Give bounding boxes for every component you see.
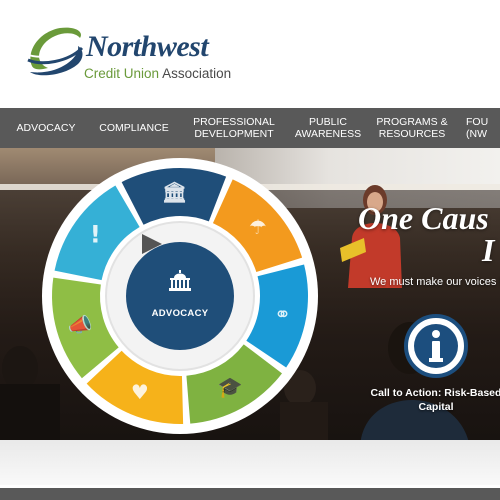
nav-item-professional-development[interactable]: PROFESSIONAL DEVELOPMENT <box>176 116 292 140</box>
info-button[interactable] <box>404 314 468 378</box>
nav-item-foundation[interactable]: FOU (NW <box>460 116 500 140</box>
nav-item-public-awareness[interactable]: PUBLIC AWARENESS <box>292 116 364 140</box>
main-nav: ADVOCACY COMPLIANCE PROFESSIONAL DEVELOP… <box>0 108 500 148</box>
nav-item-label: ADVOCACY <box>16 122 76 134</box>
nav-item-label: RESOURCES <box>378 128 446 140</box>
center-button[interactable] <box>126 242 234 350</box>
nav-item-label: AWARENESS <box>294 128 362 140</box>
logo-subtitle-part2: Association <box>162 66 232 81</box>
nav-item-label: FOU <box>466 116 489 128</box>
exclamation-icon: ! <box>90 221 101 249</box>
wheel-graphic: 🏛 ☂ ⚭ 🎓 ♥ 📣! <box>42 158 318 434</box>
logo-subtitle: Credit Union Association <box>84 66 231 81</box>
nav-item-advocacy[interactable]: ADVOCACY <box>0 122 92 134</box>
link-icon: ⚭ <box>274 302 291 326</box>
page: Northwest Credit Union Association ADVOC… <box>0 0 500 500</box>
table-surface <box>0 440 500 488</box>
megaphone-icon: 📣 <box>68 312 93 336</box>
nav-item-label: PUBLIC <box>309 116 347 128</box>
nav-item-label: DEVELOPMENT <box>194 128 274 140</box>
call-to-action-link[interactable]: Call to Action: Risk-Based Capital <box>366 386 500 414</box>
site-header: Northwest Credit Union Association <box>0 0 500 108</box>
logo[interactable]: Northwest Credit Union Association <box>24 24 244 84</box>
logo-swoosh-icon <box>25 27 84 76</box>
hero-subline: We must make our voices lo <box>370 276 500 288</box>
info-icon <box>414 324 458 368</box>
graduation-cap-icon: 🎓 <box>218 375 243 399</box>
nav-item-compliance[interactable]: COMPLIANCE <box>92 122 176 134</box>
nav-item-programs-resources[interactable]: PROGRAMS & RESOURCES <box>364 116 460 140</box>
heart-icon: ♥ <box>131 380 149 404</box>
umbrella-icon: ☂ <box>249 215 267 239</box>
service-wheel: 🏛 ☂ ⚭ 🎓 ♥ 📣! ADVOCACY <box>42 158 318 434</box>
hero-headline-line2: I <box>482 232 495 268</box>
hero-headline: One Caus <box>358 200 489 236</box>
nav-item-label: COMPLIANCE <box>99 122 169 134</box>
nav-item-label: PROFESSIONAL <box>193 116 275 128</box>
nav-item-label: PROGRAMS & <box>376 116 448 128</box>
logo-subtitle-part1: Credit Union <box>84 66 160 81</box>
footer-bar <box>0 488 500 500</box>
logo-name: Northwest <box>86 30 209 63</box>
capitol-icon: 🏛 <box>162 180 187 204</box>
center-label: ADVOCACY <box>151 308 209 319</box>
nav-item-label: (NW <box>466 128 487 140</box>
